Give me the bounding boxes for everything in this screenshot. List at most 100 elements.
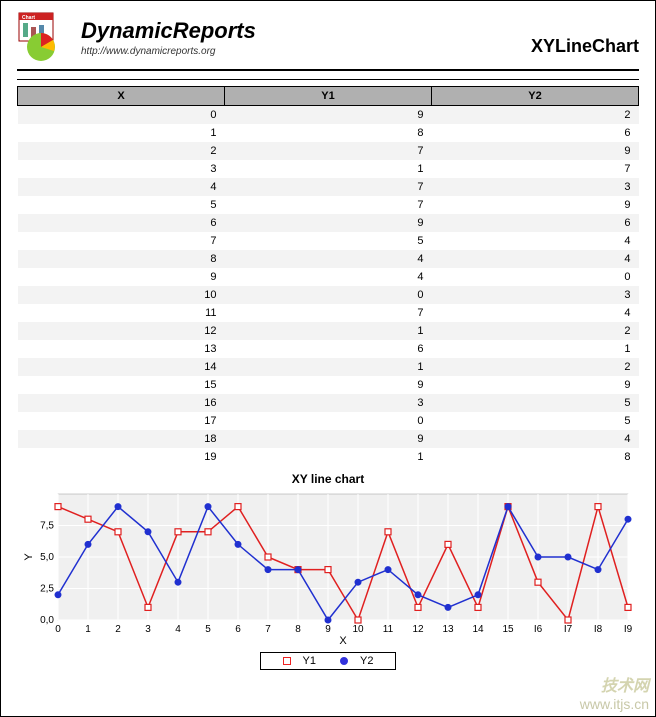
table-row: 579 <box>18 196 639 214</box>
table-row: 1918 <box>18 448 639 466</box>
svg-text:5: 5 <box>205 624 211 635</box>
table-row: 696 <box>18 214 639 232</box>
cell-y2: 4 <box>432 304 639 322</box>
legend-marker-y1 <box>283 657 291 665</box>
logo-icon: Chart <box>17 11 73 63</box>
cell-x: 4 <box>18 178 225 196</box>
cell-y2: 1 <box>432 340 639 358</box>
cell-x: 0 <box>18 106 225 124</box>
cell-y2: 9 <box>432 376 639 394</box>
svg-text:11: 11 <box>383 624 394 635</box>
svg-text:12: 12 <box>412 624 424 635</box>
legend-label-y2: Y2 <box>360 655 373 667</box>
table-row: 473 <box>18 178 639 196</box>
cell-y1: 7 <box>225 304 432 322</box>
cell-y1: 1 <box>225 448 432 466</box>
header-rule-thin <box>17 79 639 80</box>
svg-text:5,0: 5,0 <box>40 552 54 563</box>
cell-x: 13 <box>18 340 225 358</box>
svg-text:I9: I9 <box>624 624 633 635</box>
cell-y2: 2 <box>432 322 639 340</box>
table-row: 092 <box>18 106 639 124</box>
cell-y1: 4 <box>225 268 432 286</box>
cell-y2: 4 <box>432 430 639 448</box>
svg-text:X: X <box>339 635 347 647</box>
watermark: 技术网 www.itjs.cn <box>580 672 649 712</box>
cell-y2: 6 <box>432 124 639 142</box>
table-row: 317 <box>18 160 639 178</box>
cell-y2: 3 <box>432 286 639 304</box>
table-row: 754 <box>18 232 639 250</box>
table-row: 1599 <box>18 376 639 394</box>
svg-text:14: 14 <box>472 624 484 635</box>
table-row: 1705 <box>18 412 639 430</box>
cell-x: 19 <box>18 448 225 466</box>
cell-y1: 8 <box>225 124 432 142</box>
col-y2: Y2 <box>432 87 639 106</box>
cell-y1: 0 <box>225 412 432 430</box>
svg-text:Chart: Chart <box>22 15 35 21</box>
legend-marker-y2 <box>340 657 348 665</box>
svg-text:Y: Y <box>23 552 35 560</box>
cell-y2: 2 <box>432 106 639 124</box>
cell-y2: 3 <box>432 178 639 196</box>
col-x: X <box>18 87 225 106</box>
cell-x: 7 <box>18 232 225 250</box>
brand-url: http://www.dynamicreports.org <box>81 46 531 57</box>
table-row: 1003 <box>18 286 639 304</box>
cell-y2: 5 <box>432 394 639 412</box>
cell-x: 11 <box>18 304 225 322</box>
cell-y2: 8 <box>432 448 639 466</box>
xy-line-chart: 0,02,55,07,50123456789101112131415I6I7I8… <box>20 488 636 648</box>
cell-y2: 0 <box>432 268 639 286</box>
cell-y2: 7 <box>432 160 639 178</box>
cell-x: 15 <box>18 376 225 394</box>
chart-title: XY line chart <box>17 472 639 486</box>
svg-text:0: 0 <box>55 624 61 635</box>
svg-text:6: 6 <box>235 624 241 635</box>
svg-text:9: 9 <box>325 624 331 635</box>
cell-y1: 9 <box>225 430 432 448</box>
cell-y1: 9 <box>225 376 432 394</box>
svg-text:I6: I6 <box>534 624 543 635</box>
brand-title: DynamicReports <box>81 18 531 44</box>
svg-text:7: 7 <box>265 624 271 635</box>
cell-x: 10 <box>18 286 225 304</box>
data-table: X Y1 Y2 09218627931747357969675484494010… <box>17 86 639 466</box>
cell-y2: 4 <box>432 232 639 250</box>
cell-x: 1 <box>18 124 225 142</box>
chart-legend: Y1 Y2 <box>260 652 397 670</box>
table-row: 1635 <box>18 394 639 412</box>
cell-y2: 6 <box>432 214 639 232</box>
table-row: 940 <box>18 268 639 286</box>
table-row: 1361 <box>18 340 639 358</box>
cell-y2: 9 <box>432 142 639 160</box>
watermark-line1: 技术网 <box>580 672 649 696</box>
cell-y2: 5 <box>432 412 639 430</box>
table-row: 844 <box>18 250 639 268</box>
cell-x: 3 <box>18 160 225 178</box>
cell-y2: 2 <box>432 358 639 376</box>
cell-y1: 1 <box>225 358 432 376</box>
page-title: XYLineChart <box>531 36 639 57</box>
cell-y1: 7 <box>225 178 432 196</box>
cell-x: 2 <box>18 142 225 160</box>
cell-y2: 9 <box>432 196 639 214</box>
svg-text:I7: I7 <box>564 624 573 635</box>
cell-y1: 9 <box>225 214 432 232</box>
table-row: 1212 <box>18 322 639 340</box>
table-row: 279 <box>18 142 639 160</box>
table-row: 1174 <box>18 304 639 322</box>
cell-x: 5 <box>18 196 225 214</box>
cell-x: 18 <box>18 430 225 448</box>
svg-text:13: 13 <box>442 624 454 635</box>
cell-y1: 5 <box>225 232 432 250</box>
table-row: 1412 <box>18 358 639 376</box>
svg-text:4: 4 <box>175 624 181 635</box>
table-row: 186 <box>18 124 639 142</box>
header-rule <box>17 69 639 71</box>
cell-y1: 4 <box>225 250 432 268</box>
svg-text:2,5: 2,5 <box>40 583 54 594</box>
cell-y1: 7 <box>225 196 432 214</box>
svg-text:0,0: 0,0 <box>40 615 54 626</box>
